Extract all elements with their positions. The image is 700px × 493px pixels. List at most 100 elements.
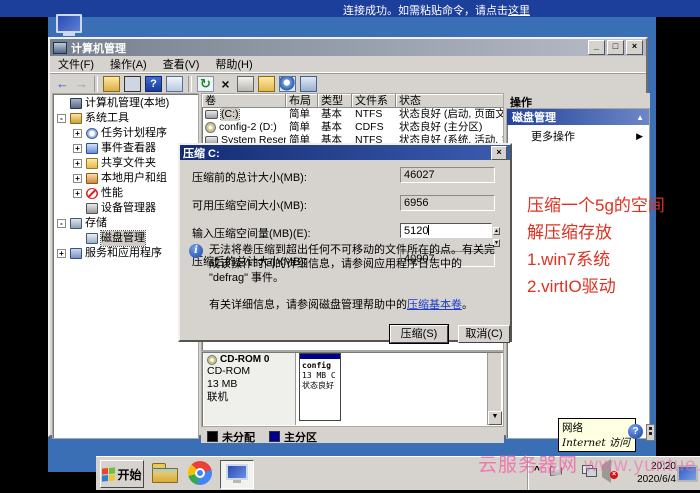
tree-label: 性能 <box>101 186 123 201</box>
column-type[interactable]: 类型 <box>318 94 352 108</box>
help-icon[interactable] <box>145 76 162 92</box>
more-actions-item[interactable]: 更多操作 ▶ <box>507 125 649 147</box>
expand-expander-icon[interactable]: + <box>73 189 82 198</box>
tree-item-local-users[interactable]: + 本地用户和组 <box>53 171 198 186</box>
tree-label-selected: 磁盘管理 <box>101 231 145 246</box>
tree-item-system-tools[interactable]: - 系统工具 <box>53 111 198 126</box>
console-tree: 计算机管理(本地) - 系统工具 + 任务计划程序 + <box>52 93 199 439</box>
explorer-icon[interactable] <box>152 463 178 483</box>
minimize-button[interactable]: _ <box>588 40 605 55</box>
available-shrink-label: 可用压缩空间大小(MB): <box>192 197 307 213</box>
export-list-icon[interactable] <box>300 76 317 92</box>
dialog-title: 压缩 C: <box>183 145 491 161</box>
menu-action[interactable]: 操作(A) <box>102 56 155 72</box>
show-console-tree-icon[interactable] <box>124 76 141 92</box>
connection-banner: 连接成功。如需粘贴命令，请点击这里 <box>0 0 700 17</box>
expand-expander-icon[interactable]: + <box>73 174 82 183</box>
disk-view-scrollbar[interactable]: ▼ <box>487 353 501 425</box>
toolbar-separator <box>188 76 192 92</box>
tree-item-storage[interactable]: - 存储 <box>53 216 198 231</box>
disk-name: CD-ROM 0 <box>220 354 269 365</box>
volume-type: 基本 <box>318 108 352 121</box>
partition-legend: 未分配 主分区 <box>201 430 504 443</box>
mini-scroll-widget[interactable] <box>646 424 655 441</box>
start-button[interactable]: 开始 <box>100 460 144 488</box>
tree-item-event-viewer[interactable]: + 事件查看器 <box>53 141 198 156</box>
find-icon[interactable] <box>279 76 296 92</box>
dialog-titlebar[interactable]: 压缩 C: × <box>180 145 510 160</box>
volume-name: (C:) <box>221 108 239 121</box>
properties-icon[interactable] <box>237 76 254 92</box>
expand-expander-icon[interactable]: + <box>73 159 82 168</box>
menu-file[interactable]: 文件(F) <box>50 56 102 72</box>
tree-label: 共享文件夹 <box>101 156 156 171</box>
cancel-button[interactable]: 取消(C) <box>458 325 510 343</box>
collapse-expander-icon[interactable]: - <box>57 114 66 123</box>
dialog-close-icon[interactable]: × <box>491 146 507 160</box>
disk-management-section-bar[interactable]: 磁盘管理 ▲ <box>507 109 649 125</box>
shrink-amount-stepper[interactable]: ▲ ▼ <box>493 223 505 239</box>
config-volume-box[interactable]: config 13 MB C 状态良好 <box>299 353 341 421</box>
tree-item-device-manager[interactable]: 设备管理器 <box>53 201 198 216</box>
tooltip-title: 网络 <box>562 420 632 435</box>
show-action-pane-icon[interactable] <box>166 76 183 92</box>
back-icon[interactable] <box>55 77 70 91</box>
spinner-up-icon[interactable]: ▲ <box>493 227 500 235</box>
column-fs[interactable]: 文件系统 <box>352 94 396 108</box>
up-one-level-icon[interactable] <box>103 76 120 92</box>
cdrom0-disk-label[interactable]: CD-ROM 0 CD-ROM 13 MB 联机 <box>204 353 296 425</box>
collapse-icon[interactable]: ▲ <box>636 113 644 122</box>
window-title: 计算机管理 <box>71 40 586 56</box>
shrink-amount-input[interactable]: 5120 <box>400 223 492 238</box>
expand-expander-icon[interactable]: + <box>73 129 82 138</box>
delete-icon[interactable] <box>218 77 233 91</box>
expand-expander-icon[interactable]: + <box>57 249 66 258</box>
device-manager-icon <box>86 203 98 214</box>
watermark-url: www.yuntue.com <box>584 455 700 476</box>
column-layout[interactable]: 布局 <box>286 94 318 108</box>
column-volume[interactable]: 卷 <box>202 94 286 108</box>
toolbar <box>50 72 646 94</box>
forward-icon[interactable] <box>74 77 89 91</box>
total-before-label: 压缩前的总计大小(MB): <box>192 169 307 185</box>
tree-item-computer-management[interactable]: 计算机管理(本地) <box>53 96 198 111</box>
shrink-button[interactable]: 压缩(S) <box>390 325 448 343</box>
tree-item-task-scheduler[interactable]: + 任务计划程序 <box>53 126 198 141</box>
desktop-computer-icon[interactable] <box>56 14 82 36</box>
tree-item-shared-folders[interactable]: + 共享文件夹 <box>53 156 198 171</box>
disk-volume-icon <box>205 110 218 119</box>
tree-item-disk-management[interactable]: 磁盘管理 <box>53 231 198 246</box>
submenu-arrow-icon: ▶ <box>636 131 643 142</box>
paste-command-link[interactable]: 这里 <box>508 5 530 17</box>
tree-label: 系统工具 <box>85 111 129 126</box>
annotation-line: 压缩一个5g的空间 <box>527 192 665 219</box>
window-titlebar[interactable]: 计算机管理 _ □ × <box>50 39 646 56</box>
tree-label: 任务计划程序 <box>101 126 167 141</box>
expand-expander-icon[interactable]: + <box>73 144 82 153</box>
red-annotation: 压缩一个5g的空间 解压缩存放 1.win7系统 2.virtIO驱动 <box>527 192 665 300</box>
maximize-button[interactable]: □ <box>607 40 624 55</box>
menu-view[interactable]: 查看(V) <box>155 56 208 72</box>
volume-row-c[interactable]: (C:) 简单 基本 NTFS 状态良好 (启动, 页面文件, <box>202 108 503 121</box>
volume-row-config2[interactable]: config-2 (D:) 简单 基本 CDFS 状态良好 (主分区) <box>202 121 503 134</box>
open-icon[interactable] <box>258 76 275 92</box>
tree-item-services-applications[interactable]: + 服务和应用程序 <box>53 246 198 261</box>
shrink-basic-volume-link[interactable]: 压缩基本卷 <box>407 299 462 311</box>
menu-bar: 文件(F) 操作(A) 查看(V) 帮助(H) <box>50 56 646 72</box>
volume-layout: 简单 <box>286 108 318 121</box>
actions-header: 操作 <box>506 93 650 109</box>
storage-icon <box>70 218 82 229</box>
scroll-down-icon[interactable]: ▼ <box>488 411 502 425</box>
column-status[interactable]: 状态 <box>396 94 504 108</box>
tree-item-performance[interactable]: + 性能 <box>53 186 198 201</box>
legend-unallocated-label: 未分配 <box>222 429 255 445</box>
refresh-icon[interactable] <box>197 76 214 92</box>
chrome-icon[interactable] <box>188 461 212 485</box>
help-bubble-icon[interactable]: ? <box>628 424 643 439</box>
toolbar-separator <box>94 76 98 92</box>
computer-management-task-button[interactable] <box>220 460 254 489</box>
collapse-expander-icon[interactable]: - <box>57 219 66 228</box>
close-button[interactable]: × <box>626 40 643 55</box>
menu-help[interactable]: 帮助(H) <box>207 56 260 72</box>
tree-label: 本地用户和组 <box>101 171 167 186</box>
